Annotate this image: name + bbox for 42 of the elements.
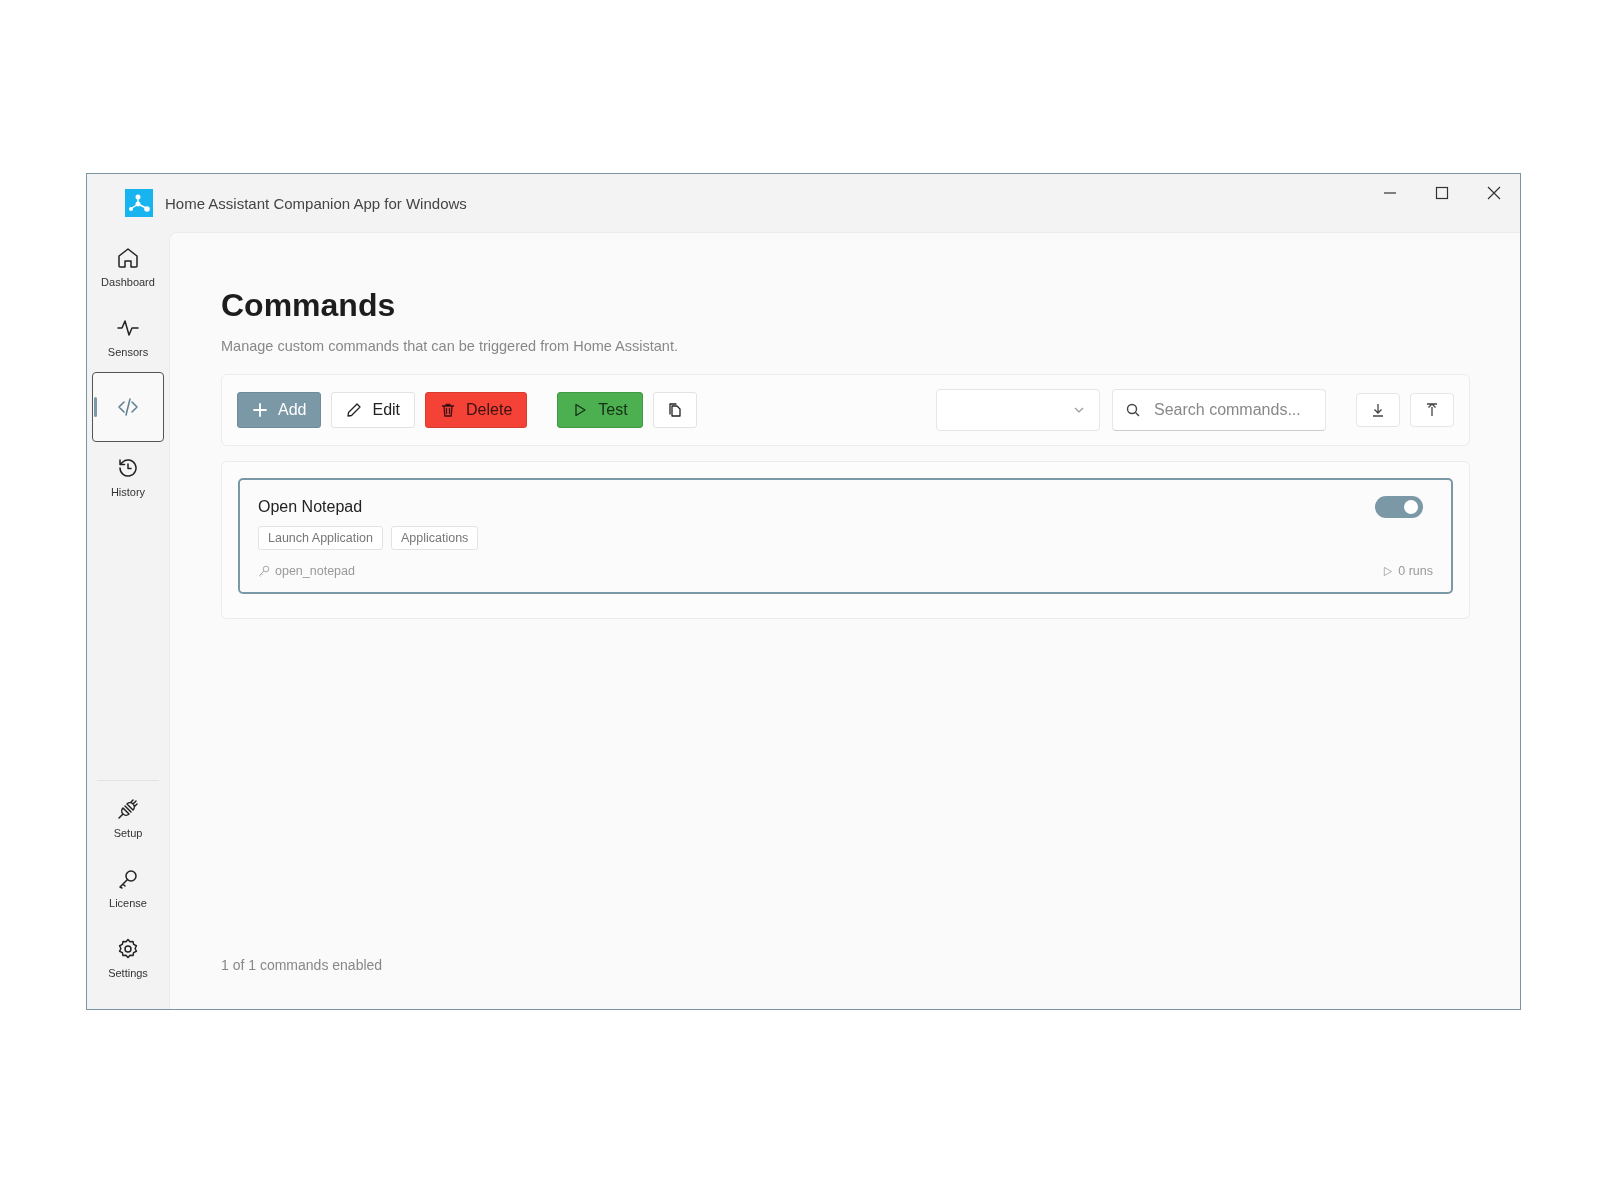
- command-card[interactable]: Open Notepad Launch Application Applications open_notepad 0 runs: [238, 478, 1453, 594]
- trash-icon: [440, 402, 457, 418]
- sidebar-item[interactable]: Dashboard: [92, 232, 164, 302]
- plug-icon: [116, 797, 140, 821]
- sidebar-item[interactable]: Setup: [92, 783, 164, 853]
- pencil-icon: [346, 402, 363, 418]
- maximize-icon[interactable]: [1435, 186, 1449, 200]
- sidebar-item[interactable]: History: [92, 442, 164, 512]
- download-icon: [1370, 402, 1386, 418]
- run-count: 0 runs: [1398, 564, 1433, 578]
- settings-icon: [116, 937, 140, 961]
- download-button[interactable]: [1356, 393, 1400, 427]
- key-icon: [258, 565, 270, 577]
- tag: Applications: [390, 526, 479, 550]
- app-logo-icon: [125, 189, 153, 217]
- sidebar-item[interactable]: [92, 372, 164, 442]
- code-icon: [116, 395, 140, 419]
- status-text: 1 of 1 commands enabled: [221, 957, 384, 973]
- page-subtitle: Manage custom commands that can be triggered from Home Assistant.: [221, 338, 679, 354]
- page-title: Commands: [221, 287, 397, 324]
- delete-button[interactable]: Delete: [425, 392, 528, 428]
- sidebar-item[interactable]: License: [92, 853, 164, 923]
- tag: Launch Application: [258, 526, 383, 550]
- copy-icon: [666, 402, 683, 418]
- test-button[interactable]: Test: [557, 392, 643, 428]
- home-icon: [116, 246, 140, 270]
- edit-button[interactable]: Edit: [331, 392, 416, 428]
- key-icon: [116, 867, 140, 891]
- sidebar-item[interactable]: Settings: [92, 923, 164, 993]
- play-icon: [1382, 565, 1394, 577]
- close-icon[interactable]: [1487, 186, 1501, 200]
- command-name: Open Notepad: [258, 498, 363, 516]
- copy-button[interactable]: [652, 392, 697, 428]
- upload-button[interactable]: [1410, 393, 1454, 427]
- history-icon: [116, 456, 140, 480]
- window-title: Home Assistant Companion App for Windows: [165, 194, 467, 212]
- search-field[interactable]: Search commands...: [1112, 389, 1326, 431]
- plus-icon: [252, 402, 268, 418]
- upload-icon: [1424, 402, 1440, 418]
- sidebar-item[interactable]: Sensors: [92, 302, 164, 372]
- command-id: open_notepad: [275, 564, 355, 578]
- enable-toggle[interactable]: [1375, 496, 1423, 518]
